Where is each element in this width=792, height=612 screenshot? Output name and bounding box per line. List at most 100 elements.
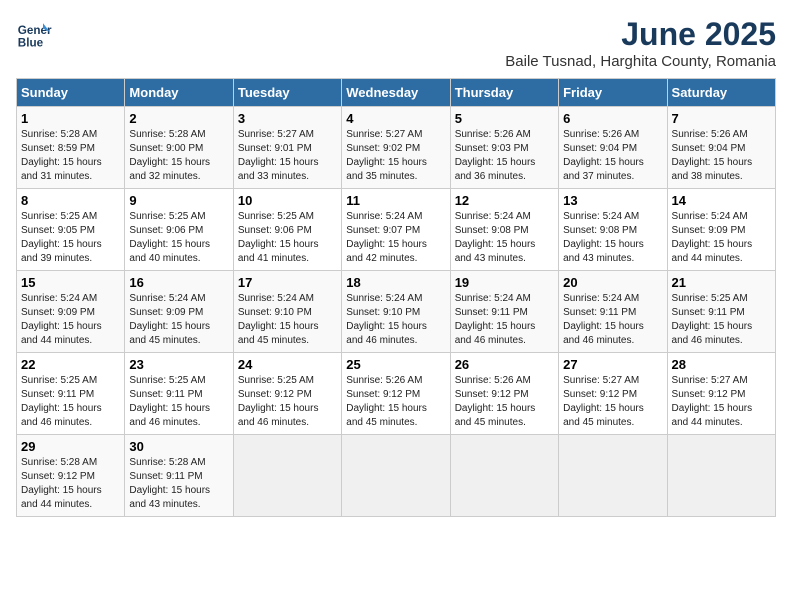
day-details: Sunrise: 5:28 AMSunset: 9:00 PMDaylight:… <box>129 129 210 182</box>
day-details: Sunrise: 5:24 AMSunset: 9:11 PMDaylight:… <box>455 293 536 346</box>
page-header: General Blue June 2025 Baile Tusnad, Har… <box>16 16 776 70</box>
day-number: 6 <box>563 111 662 126</box>
day-number: 2 <box>129 111 228 126</box>
calendar-cell: 7 Sunrise: 5:26 AMSunset: 9:04 PMDayligh… <box>667 107 775 189</box>
day-number: 22 <box>21 357 120 372</box>
day-details: Sunrise: 5:24 AMSunset: 9:08 PMDaylight:… <box>455 211 536 264</box>
calendar-cell: 9 Sunrise: 5:25 AMSunset: 9:06 PMDayligh… <box>125 189 233 271</box>
day-details: Sunrise: 5:24 AMSunset: 9:07 PMDaylight:… <box>346 211 427 264</box>
day-number: 17 <box>238 275 337 290</box>
calendar-cell: 3 Sunrise: 5:27 AMSunset: 9:01 PMDayligh… <box>233 107 341 189</box>
day-details: Sunrise: 5:27 AMSunset: 9:12 PMDaylight:… <box>672 375 753 428</box>
day-number: 19 <box>455 275 554 290</box>
day-details: Sunrise: 5:24 AMSunset: 9:09 PMDaylight:… <box>672 211 753 264</box>
day-number: 10 <box>238 193 337 208</box>
day-details: Sunrise: 5:26 AMSunset: 9:03 PMDaylight:… <box>455 129 536 182</box>
calendar-cell: 17 Sunrise: 5:24 AMSunset: 9:10 PMDaylig… <box>233 271 341 353</box>
day-details: Sunrise: 5:25 AMSunset: 9:12 PMDaylight:… <box>238 375 319 428</box>
calendar-cell: 20 Sunrise: 5:24 AMSunset: 9:11 PMDaylig… <box>559 271 667 353</box>
calendar-cell: 2 Sunrise: 5:28 AMSunset: 9:00 PMDayligh… <box>125 107 233 189</box>
calendar-cell: 1 Sunrise: 5:28 AMSunset: 8:59 PMDayligh… <box>17 107 125 189</box>
calendar-cell: 23 Sunrise: 5:25 AMSunset: 9:11 PMDaylig… <box>125 353 233 435</box>
day-details: Sunrise: 5:28 AMSunset: 8:59 PMDaylight:… <box>21 129 102 182</box>
day-details: Sunrise: 5:24 AMSunset: 9:10 PMDaylight:… <box>346 293 427 346</box>
day-details: Sunrise: 5:25 AMSunset: 9:06 PMDaylight:… <box>238 211 319 264</box>
weekday-header: Wednesday <box>342 79 450 107</box>
calendar-cell: 10 Sunrise: 5:25 AMSunset: 9:06 PMDaylig… <box>233 189 341 271</box>
calendar-cell <box>667 435 775 517</box>
day-number: 26 <box>455 357 554 372</box>
calendar-cell: 6 Sunrise: 5:26 AMSunset: 9:04 PMDayligh… <box>559 107 667 189</box>
day-number: 20 <box>563 275 662 290</box>
weekday-header: Sunday <box>17 79 125 107</box>
calendar-cell <box>233 435 341 517</box>
weekday-header: Tuesday <box>233 79 341 107</box>
day-number: 12 <box>455 193 554 208</box>
day-details: Sunrise: 5:27 AMSunset: 9:02 PMDaylight:… <box>346 129 427 182</box>
calendar-cell: 27 Sunrise: 5:27 AMSunset: 9:12 PMDaylig… <box>559 353 667 435</box>
day-details: Sunrise: 5:24 AMSunset: 9:10 PMDaylight:… <box>238 293 319 346</box>
calendar-cell: 13 Sunrise: 5:24 AMSunset: 9:08 PMDaylig… <box>559 189 667 271</box>
day-number: 30 <box>129 439 228 454</box>
calendar-week-row: 1 Sunrise: 5:28 AMSunset: 8:59 PMDayligh… <box>17 107 776 189</box>
day-number: 11 <box>346 193 445 208</box>
calendar-cell: 19 Sunrise: 5:24 AMSunset: 9:11 PMDaylig… <box>450 271 558 353</box>
calendar-cell: 25 Sunrise: 5:26 AMSunset: 9:12 PMDaylig… <box>342 353 450 435</box>
calendar-cell: 30 Sunrise: 5:28 AMSunset: 9:11 PMDaylig… <box>125 435 233 517</box>
svg-text:Blue: Blue <box>18 37 44 50</box>
calendar-cell: 15 Sunrise: 5:24 AMSunset: 9:09 PMDaylig… <box>17 271 125 353</box>
weekday-header-row: SundayMondayTuesdayWednesdayThursdayFrid… <box>17 79 776 107</box>
calendar-cell: 5 Sunrise: 5:26 AMSunset: 9:03 PMDayligh… <box>450 107 558 189</box>
calendar-cell: 8 Sunrise: 5:25 AMSunset: 9:05 PMDayligh… <box>17 189 125 271</box>
day-number: 28 <box>672 357 771 372</box>
calendar-subtitle: Baile Tusnad, Harghita County, Romania <box>505 53 776 70</box>
calendar-cell: 4 Sunrise: 5:27 AMSunset: 9:02 PMDayligh… <box>342 107 450 189</box>
day-number: 25 <box>346 357 445 372</box>
calendar-title: June 2025 <box>505 16 776 53</box>
day-number: 29 <box>21 439 120 454</box>
day-number: 3 <box>238 111 337 126</box>
day-details: Sunrise: 5:26 AMSunset: 9:04 PMDaylight:… <box>563 129 644 182</box>
day-details: Sunrise: 5:28 AMSunset: 9:11 PMDaylight:… <box>129 457 210 510</box>
calendar-cell: 18 Sunrise: 5:24 AMSunset: 9:10 PMDaylig… <box>342 271 450 353</box>
weekday-header: Thursday <box>450 79 558 107</box>
calendar-cell: 12 Sunrise: 5:24 AMSunset: 9:08 PMDaylig… <box>450 189 558 271</box>
day-details: Sunrise: 5:25 AMSunset: 9:05 PMDaylight:… <box>21 211 102 264</box>
logo-icon: General Blue <box>16 16 52 52</box>
day-number: 4 <box>346 111 445 126</box>
calendar-cell <box>450 435 558 517</box>
day-details: Sunrise: 5:27 AMSunset: 9:12 PMDaylight:… <box>563 375 644 428</box>
calendar-week-row: 22 Sunrise: 5:25 AMSunset: 9:11 PMDaylig… <box>17 353 776 435</box>
day-details: Sunrise: 5:26 AMSunset: 9:04 PMDaylight:… <box>672 129 753 182</box>
day-number: 1 <box>21 111 120 126</box>
day-number: 13 <box>563 193 662 208</box>
calendar-cell: 11 Sunrise: 5:24 AMSunset: 9:07 PMDaylig… <box>342 189 450 271</box>
calendar-week-row: 29 Sunrise: 5:28 AMSunset: 9:12 PMDaylig… <box>17 435 776 517</box>
calendar-cell: 21 Sunrise: 5:25 AMSunset: 9:11 PMDaylig… <box>667 271 775 353</box>
day-number: 15 <box>21 275 120 290</box>
calendar-table: SundayMondayTuesdayWednesdayThursdayFrid… <box>16 78 776 517</box>
day-details: Sunrise: 5:25 AMSunset: 9:06 PMDaylight:… <box>129 211 210 264</box>
day-number: 18 <box>346 275 445 290</box>
calendar-cell <box>342 435 450 517</box>
logo: General Blue <box>16 16 56 52</box>
day-details: Sunrise: 5:27 AMSunset: 9:01 PMDaylight:… <box>238 129 319 182</box>
day-number: 5 <box>455 111 554 126</box>
weekday-header: Monday <box>125 79 233 107</box>
day-details: Sunrise: 5:28 AMSunset: 9:12 PMDaylight:… <box>21 457 102 510</box>
day-number: 7 <box>672 111 771 126</box>
title-block: June 2025 Baile Tusnad, Harghita County,… <box>505 16 776 70</box>
day-number: 27 <box>563 357 662 372</box>
day-details: Sunrise: 5:25 AMSunset: 9:11 PMDaylight:… <box>672 293 753 346</box>
day-details: Sunrise: 5:24 AMSunset: 9:09 PMDaylight:… <box>129 293 210 346</box>
day-number: 14 <box>672 193 771 208</box>
day-number: 21 <box>672 275 771 290</box>
calendar-cell: 24 Sunrise: 5:25 AMSunset: 9:12 PMDaylig… <box>233 353 341 435</box>
day-details: Sunrise: 5:25 AMSunset: 9:11 PMDaylight:… <box>129 375 210 428</box>
day-number: 24 <box>238 357 337 372</box>
calendar-cell: 16 Sunrise: 5:24 AMSunset: 9:09 PMDaylig… <box>125 271 233 353</box>
day-details: Sunrise: 5:24 AMSunset: 9:08 PMDaylight:… <box>563 211 644 264</box>
day-details: Sunrise: 5:25 AMSunset: 9:11 PMDaylight:… <box>21 375 102 428</box>
calendar-week-row: 15 Sunrise: 5:24 AMSunset: 9:09 PMDaylig… <box>17 271 776 353</box>
day-details: Sunrise: 5:26 AMSunset: 9:12 PMDaylight:… <box>346 375 427 428</box>
